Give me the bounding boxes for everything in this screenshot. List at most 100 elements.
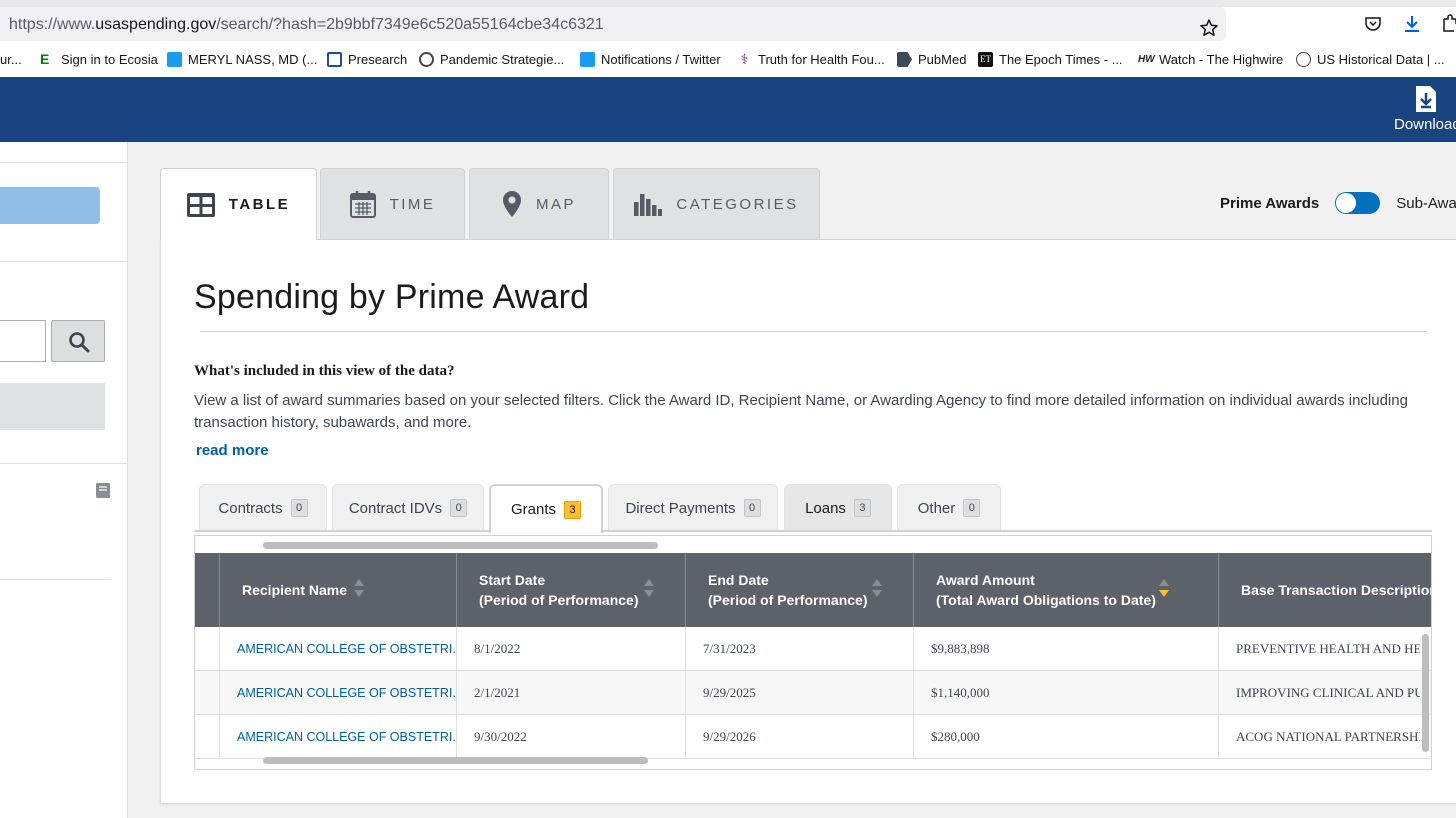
table-icon [187,193,215,217]
start-date-cell: 9/30/2022 [456,715,685,758]
end-date-cell: 9/29/2026 [685,715,913,758]
tab-label: Direct Payments [625,500,735,517]
sidebar-divider [0,261,127,262]
header-base-transaction-description[interactable]: Base Transaction Description [1218,553,1431,627]
horizontal-scrollbar-bottom[interactable] [263,757,648,764]
bookmark-item[interactable]: ⚕ Truth for Health Fou... [737,52,885,67]
start-date-cell: 8/1/2022 [456,627,685,670]
extensions-icon[interactable] [1440,14,1456,34]
filter-section-header[interactable] [0,383,105,430]
count-badge: 0 [291,499,308,517]
tab-loans[interactable]: Loans3 [784,484,892,531]
tab-table[interactable]: TABLE [160,168,317,240]
tab-label: TABLE [229,196,290,213]
tab-label: Grants [511,501,556,518]
table-row: AMERICAN COLLEGE OF OBSTETRI... 2/1/2021… [195,671,1431,715]
downloads-icon[interactable] [1402,14,1422,34]
toggle-switch[interactable] [1335,192,1380,214]
info-question: What's included in this view of the data… [194,363,454,380]
url-text[interactable]: https://www.usaspending.gov/search/?hash… [9,16,604,34]
map-pin-icon [502,190,522,218]
tab-contracts[interactable]: Contracts 0 [199,484,327,531]
header-start-date[interactable]: Start Date(Period of Performance) [456,553,685,627]
bookmark-item[interactable]: Notifications / Twitter [580,52,721,67]
highwire-icon: HW [1138,52,1153,67]
header-end-date[interactable]: End Date(Period of Performance) [685,553,913,627]
tab-label: TIME [390,196,436,213]
recipient-name-link[interactable]: AMERICAN COLLEGE OF OBSTETRI... [219,627,456,670]
search-icon [68,331,90,353]
bookmark-item[interactable]: PubMed [897,52,966,67]
globe-icon [1296,52,1311,67]
glossary-book-icon[interactable] [95,482,111,499]
prime-awards-label: Prime Awards [1220,195,1319,212]
description-cell: IMPROVING CLINICAL AND PUBLIC [1218,671,1420,714]
description-cell: PREVENTIVE HEALTH AND HEALTH [1218,627,1420,670]
header-sublabel: (Period of Performance) [479,592,638,608]
sort-arrows-icon[interactable] [354,577,364,599]
bookmark-label: ur... [0,52,22,67]
header-recipient-name[interactable]: Recipient Name [219,553,456,627]
star-bookmark-icon[interactable] [1199,18,1219,38]
tabs-baseline [194,530,1432,532]
tab-label: Contract IDVs [349,500,442,517]
bookmark-item[interactable]: US Historical Data | ... [1296,52,1445,67]
bookmark-label: Notifications / Twitter [601,52,721,67]
sort-arrows-icon[interactable] [644,577,654,599]
bookmark-label: Truth for Health Fou... [758,52,885,67]
sort-arrows-active-icon[interactable] [1159,577,1169,599]
tab-label: CATEGORIES [676,196,798,213]
bookmark-label: MERYL NASS, MD (... [188,52,317,67]
header-award-amount[interactable]: Award Amount(Total Award Obligations to … [913,553,1218,627]
keyword-search-input[interactable] [0,320,46,362]
header-sublabel: (Period of Performance) [708,592,867,608]
tab-grants[interactable]: Grants3 [489,484,603,533]
bookmark-item[interactable]: E Sign in to Ecosia [40,52,158,67]
twitter-icon [580,52,595,67]
url-bar[interactable]: https://www.usaspending.gov/search/?hash… [0,7,1226,41]
keyword-search-button[interactable] [51,320,105,362]
tab-categories[interactable]: CATEGORIES [613,168,820,239]
header-label: Award Amount [936,572,1035,588]
pubmed-icon [897,52,912,67]
sort-arrows-icon[interactable] [872,577,882,599]
bookmark-item[interactable]: Pandemic Strategie... [419,52,564,67]
tab-map[interactable]: MAP [469,168,609,239]
pocket-icon[interactable] [1364,15,1382,33]
recipient-name-link[interactable]: AMERICAN COLLEGE OF OBSTETRI... [219,671,456,714]
tab-contract-idvs[interactable]: Contract IDVs 0 [332,484,484,531]
end-date-cell: 9/29/2025 [685,671,913,714]
award-level-toggle[interactable]: Prime Awards Sub-Award [1220,190,1456,216]
browser-top-strip [0,0,1456,7]
bookmark-item[interactable]: HWWatch - The Highwire [1138,52,1283,67]
ecosia-icon: E [40,52,55,67]
bar-chart-icon [634,192,662,216]
bookmark-label: Sign in to Ecosia [61,52,158,67]
site-header [0,77,1456,142]
read-more-link[interactable]: read more [196,442,269,459]
submit-filters-button[interactable] [0,187,100,224]
bookmark-label: Pandemic Strategie... [440,52,564,67]
tab-other[interactable]: Other0 [897,484,1001,531]
count-badge: 0 [450,499,467,517]
download-button[interactable]: Download [1394,83,1456,137]
bookmark-label: US Historical Data | ... [1317,52,1445,67]
tab-time[interactable]: TIME [320,168,465,239]
row-spacer-cell [195,627,219,670]
header-label: Recipient Name [242,582,347,598]
award-amount-cell: $1,140,000 [913,671,1218,714]
download-label: Download [1394,116,1456,133]
bookmark-item[interactable]: ur... [0,52,22,67]
caduceus-icon: ⚕ [737,52,752,67]
horizontal-scrollbar-top[interactable] [263,542,658,549]
bookmark-item[interactable]: ETThe Epoch Times - ... [978,52,1123,67]
description-cell: ACOG NATIONAL PARTNERSHIPS T [1218,715,1420,758]
recipient-name-link[interactable]: AMERICAN COLLEGE OF OBSTETRI... [219,715,456,758]
vertical-scrollbar[interactable] [1422,634,1429,752]
bookmark-item[interactable]: Presearch [327,52,407,67]
tab-direct-payments[interactable]: Direct Payments0 [608,484,778,531]
info-description: View a list of award summaries based on … [194,390,1434,434]
filter-sidebar [0,142,128,818]
bookmark-item[interactable]: MERYL NASS, MD (... [167,52,317,67]
tab-label: Contracts [218,500,282,517]
